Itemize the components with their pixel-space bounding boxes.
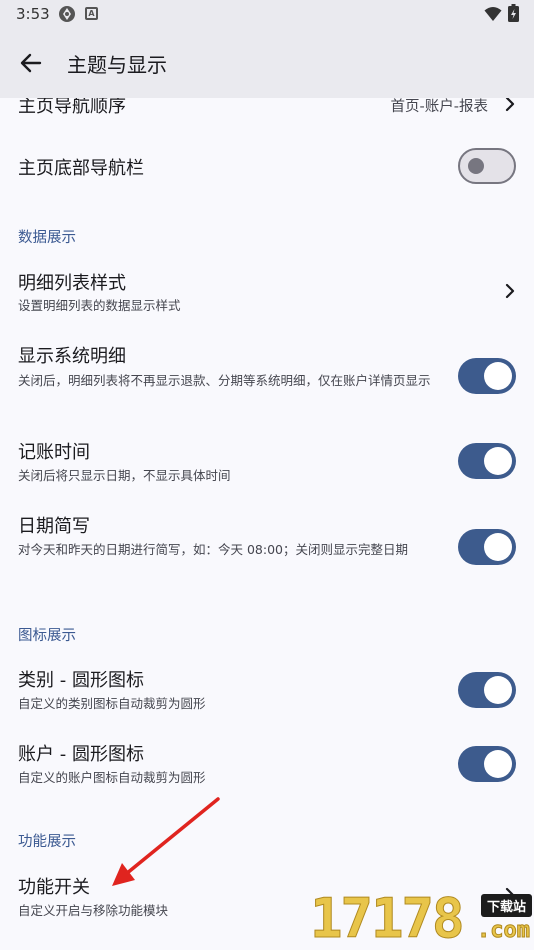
detail-list-style-subtitle: 设置明细列表的数据显示样式 (18, 298, 181, 313)
show-system-details-switch[interactable] (458, 358, 516, 394)
section-header-icon-display: 图标展示 (18, 628, 76, 644)
account-round-icon-title: 账户 - 圆形图标 (18, 744, 144, 765)
watermark-digits: 17178 (310, 887, 466, 950)
site-watermark: 17178 下载站 .com (310, 887, 534, 950)
switch-thumb (484, 533, 512, 561)
record-time-subtitle: 关闭后将只显示日期，不显示具体时间 (18, 468, 231, 483)
show-system-details-title: 显示系统明细 (18, 346, 126, 367)
app-notification-icon (59, 6, 75, 22)
account-round-icon-switch[interactable] (458, 746, 516, 782)
detail-list-style-title: 明细列表样式 (18, 273, 126, 294)
record-time-row[interactable]: 记账时间 关闭后将只显示日期，不显示具体时间 (0, 428, 534, 494)
switch-thumb (468, 158, 484, 174)
battery-icon (508, 4, 519, 22)
category-round-icon-row[interactable]: 类别 - 圆形图标 自定义的类别图标自动裁剪为圆形 (0, 656, 534, 724)
category-round-icon-subtitle: 自定义的类别图标自动裁剪为圆形 (18, 696, 206, 711)
record-time-title: 记账时间 (18, 442, 90, 463)
wifi-icon (484, 7, 502, 21)
show-system-details-row[interactable]: 显示系统明细 关闭后，明细列表将不再显示退款、分期等系统明细，仅在账户详情页显示 (0, 334, 534, 420)
arrow-left-icon[interactable] (14, 48, 48, 78)
switch-thumb (484, 362, 512, 390)
date-short-title: 日期简写 (18, 516, 90, 537)
status-time: 3:53 (16, 5, 50, 23)
switch-thumb (484, 750, 512, 778)
page-title: 主题与显示 (67, 53, 167, 77)
category-round-icon-switch[interactable] (458, 672, 516, 708)
watermark-badge: 下载站 (480, 894, 532, 917)
feature-toggle-title: 功能开关 (18, 877, 90, 898)
nav-order-value: 首页-账户-报表 (390, 99, 488, 115)
show-system-details-subtitle: 关闭后，明细列表将不再显示退款、分期等系统明细，仅在账户详情页显示 (18, 373, 431, 388)
account-round-icon-row[interactable]: 账户 - 圆形图标 自定义的账户图标自动裁剪为圆形 (0, 732, 534, 800)
date-short-switch[interactable] (458, 529, 516, 565)
bottom-nav-row[interactable]: 主页底部导航栏 (0, 134, 534, 198)
settings-list[interactable]: 主页导航顺序 首页-账户-报表 主页底部导航栏 数据展示 明细列表样式 设置明细… (0, 98, 534, 950)
bottom-nav-switch[interactable] (458, 148, 516, 184)
status-bar: 3:53 A (0, 0, 534, 28)
nav-order-title: 主页导航顺序 (18, 98, 126, 117)
bottom-nav-title: 主页底部导航栏 (18, 158, 144, 179)
a-notification-icon: A (85, 7, 98, 20)
date-short-row[interactable]: 日期简写 对今天和昨天的日期进行简写，如：今天 08:00；关闭则显示完整日期 (0, 502, 534, 592)
chevron-right-icon (505, 98, 515, 112)
watermark-domain: .com (477, 918, 531, 944)
account-round-icon-subtitle: 自定义的账户图标自动裁剪为圆形 (18, 770, 206, 785)
section-header-data-display: 数据展示 (18, 230, 76, 246)
date-short-subtitle: 对今天和昨天的日期进行简写，如：今天 08:00；关闭则显示完整日期 (18, 542, 408, 557)
section-header-feature-display: 功能展示 (18, 834, 76, 850)
detail-list-style-row[interactable]: 明细列表样式 设置明细列表的数据显示样式 (0, 258, 534, 328)
switch-thumb (484, 676, 512, 704)
category-round-icon-title: 类别 - 圆形图标 (18, 670, 144, 691)
app-bar: 主题与显示 (0, 28, 534, 98)
switch-thumb (484, 447, 512, 475)
nav-order-row[interactable]: 主页导航顺序 首页-账户-报表 (0, 98, 534, 128)
chevron-right-icon (505, 283, 515, 299)
record-time-switch[interactable] (458, 443, 516, 479)
